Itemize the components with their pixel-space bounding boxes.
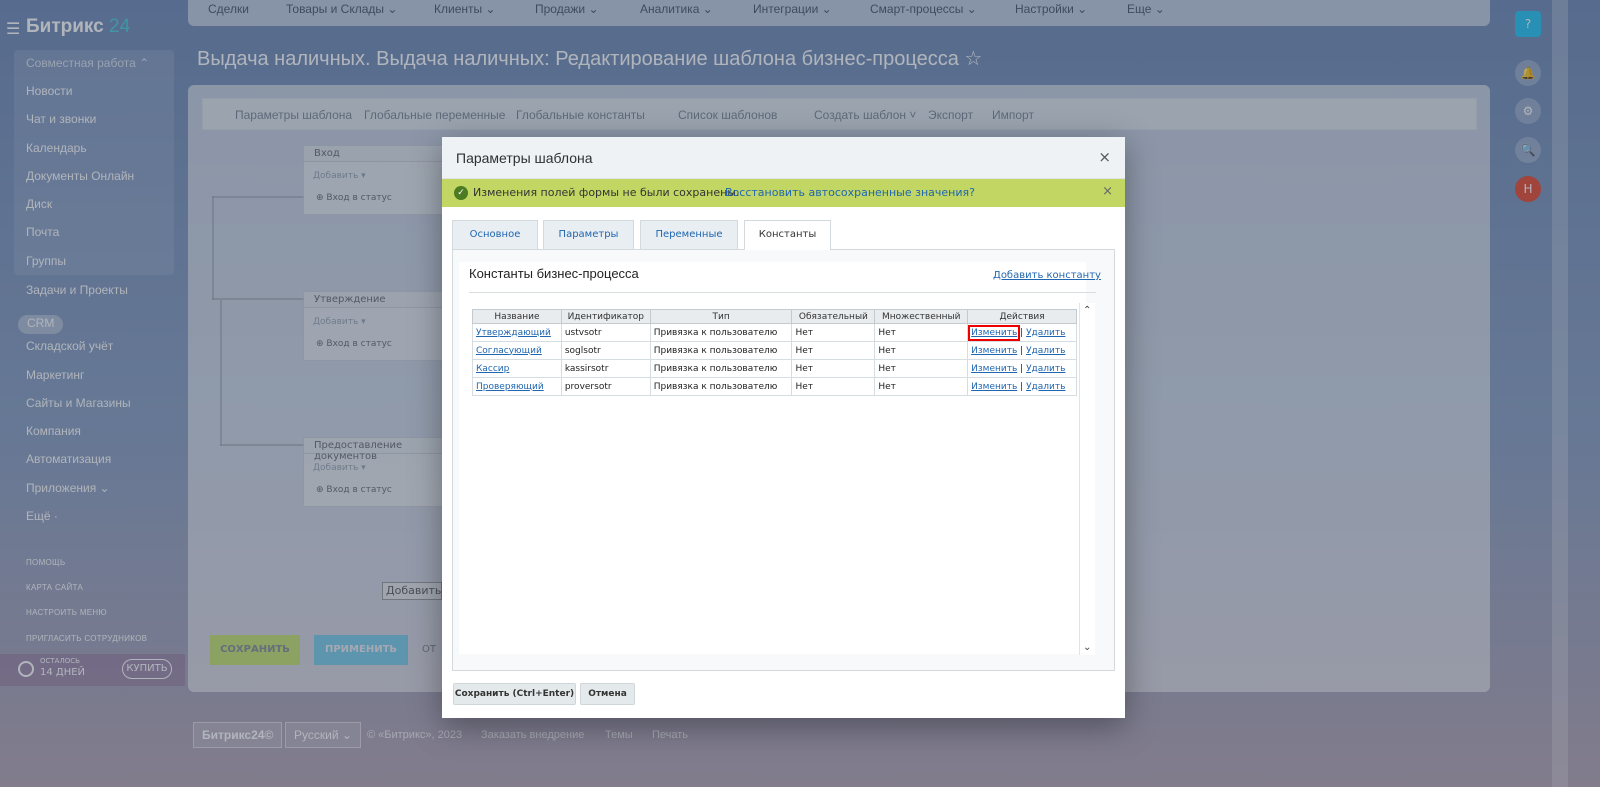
- constant-multiple: Нет: [874, 377, 969, 396]
- dialog-save-button[interactable]: Сохранить (Ctrl+Enter): [453, 683, 576, 705]
- constant-name-link[interactable]: Утверждающий: [476, 328, 551, 338]
- table-row: Кассир kassirsotr Привязка к пользовател…: [472, 359, 1077, 378]
- dialog-title: Параметры шаблона: [456, 150, 593, 166]
- action-separator: |: [1020, 363, 1024, 374]
- table-header-row: Название Идентификатор Тип Обязательный …: [472, 309, 1077, 324]
- tab-main[interactable]: Основное: [452, 220, 538, 249]
- dialog-header: Параметры шаблона ×: [442, 137, 1125, 179]
- constants-table: Название Идентификатор Тип Обязательный …: [472, 309, 1077, 396]
- constant-name-link[interactable]: Проверяющий: [476, 382, 544, 392]
- notice-message: Изменения полей формы не были сохранены.: [473, 186, 740, 199]
- divider: [469, 292, 1096, 293]
- unsaved-notice: ✓ Изменения полей формы не были сохранен…: [442, 179, 1125, 207]
- constant-actions: Изменить | Удалить: [967, 323, 1077, 342]
- col-multiple: Множественный: [874, 309, 969, 324]
- table-row: Проверяющий proversotr Привязка к пользо…: [472, 377, 1077, 396]
- action-separator: |: [1020, 381, 1024, 392]
- constant-type: Привязка к пользователю: [649, 341, 793, 360]
- tab-constants[interactable]: Константы: [744, 220, 831, 250]
- chevron-up-icon[interactable]: ⌃: [1083, 305, 1091, 316]
- action-separator: |: [1020, 345, 1024, 356]
- table-row: Согласующий soglsotr Привязка к пользова…: [472, 341, 1077, 360]
- constant-multiple: Нет: [874, 359, 969, 378]
- edit-link[interactable]: Изменить: [971, 382, 1017, 392]
- table-row: Утверждающий ustvsotr Привязка к пользов…: [472, 323, 1077, 342]
- delete-link[interactable]: Удалить: [1026, 382, 1065, 392]
- constant-type: Привязка к пользователю: [649, 323, 793, 342]
- constant-actions: Изменить | Удалить: [967, 377, 1077, 396]
- col-actions: Действия: [967, 309, 1077, 324]
- tab-parameters[interactable]: Параметры: [543, 220, 634, 249]
- constant-multiple: Нет: [874, 341, 969, 360]
- constant-name-link[interactable]: Кассир: [476, 364, 509, 374]
- constant-actions: Изменить | Удалить: [967, 341, 1077, 360]
- edit-link[interactable]: Изменить: [971, 346, 1017, 356]
- constant-name-link[interactable]: Согласующий: [476, 346, 542, 356]
- delete-link[interactable]: Удалить: [1026, 364, 1065, 374]
- constant-actions: Изменить | Удалить: [967, 359, 1077, 378]
- edit-link[interactable]: Изменить: [971, 364, 1017, 374]
- delete-link[interactable]: Удалить: [1026, 346, 1065, 356]
- tab-variables[interactable]: Переменные: [640, 220, 738, 249]
- constant-required: Нет: [791, 377, 876, 396]
- chevron-down-icon[interactable]: ⌄: [1083, 642, 1091, 653]
- template-params-dialog: Параметры шаблона × ✓ Изменения полей фо…: [442, 137, 1125, 718]
- constant-type: Привязка к пользователю: [649, 377, 793, 396]
- restore-autosave-link[interactable]: Восстановить автосохраненные значения?: [725, 186, 975, 199]
- constant-type: Привязка к пользователю: [649, 359, 793, 378]
- col-id: Идентификатор: [560, 309, 651, 324]
- constants-title: Константы бизнес-процесса: [469, 266, 639, 281]
- constant-id: soglsotr: [560, 341, 651, 360]
- table-scrollbar[interactable]: ⌃ ⌄: [1079, 303, 1095, 655]
- constant-multiple: Нет: [874, 323, 969, 342]
- add-constant-link[interactable]: Добавить константу: [993, 270, 1101, 281]
- action-separator: |: [1020, 327, 1024, 338]
- constant-required: Нет: [791, 359, 876, 378]
- close-icon[interactable]: ×: [1098, 148, 1111, 166]
- constant-id: ustvsotr: [560, 323, 651, 342]
- constant-id: kassirsotr: [560, 359, 651, 378]
- constant-required: Нет: [791, 323, 876, 342]
- col-type: Тип: [649, 309, 793, 324]
- notice-close-icon[interactable]: ×: [1102, 184, 1113, 199]
- col-required: Обязательный: [791, 309, 876, 324]
- constant-required: Нет: [791, 341, 876, 360]
- dialog-cancel-button[interactable]: Отмена: [580, 683, 635, 705]
- col-name: Название: [472, 309, 562, 324]
- edit-link[interactable]: Изменить: [968, 324, 1021, 341]
- check-icon: ✓: [454, 186, 468, 200]
- delete-link[interactable]: Удалить: [1026, 328, 1065, 338]
- constant-id: proversotr: [560, 377, 651, 396]
